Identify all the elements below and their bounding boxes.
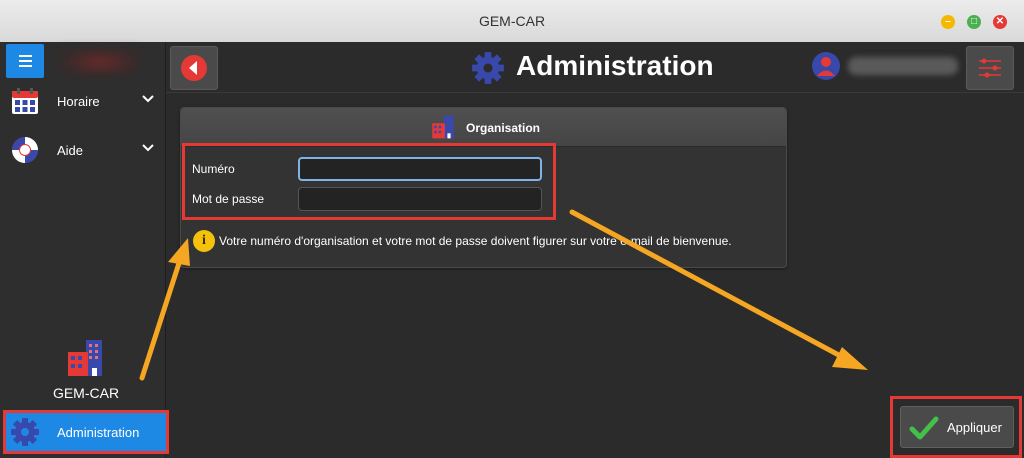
chevron-down-icon (142, 144, 154, 152)
back-button[interactable] (170, 46, 218, 90)
arrowhead (832, 347, 868, 370)
window-titlebar: GEM-CAR – □ ✕ (0, 0, 1024, 43)
brand-name: GEM-CAR (52, 385, 120, 401)
window-title: GEM-CAR (478, 13, 546, 29)
maximize-button[interactable]: □ (967, 15, 981, 29)
settings-button[interactable] (966, 46, 1014, 90)
building-icon (432, 115, 454, 139)
gear-icon (11, 418, 39, 446)
info-icon: i (193, 230, 215, 252)
menu-toggle-button[interactable] (6, 44, 44, 78)
sliders-icon (979, 58, 1001, 78)
lifebuoy-icon (12, 137, 38, 163)
chevron-down-icon (142, 95, 154, 103)
user-name-blurred (848, 57, 958, 75)
company-logo-blurred (60, 48, 140, 76)
checkmark-icon (909, 416, 939, 440)
minimize-icon: – (945, 16, 951, 27)
avatar[interactable] (811, 51, 841, 81)
close-button[interactable]: ✕ (993, 15, 1007, 29)
info-message: Votre numéro d'organisation et votre mot… (219, 234, 732, 248)
number-input[interactable] (298, 157, 542, 181)
back-arrow-icon (181, 55, 207, 81)
sidebar-item-label: Aide (57, 143, 84, 158)
close-icon: ✕ (995, 16, 1005, 27)
sidebar-item-horaire[interactable]: Horaire (0, 82, 165, 122)
apply-label: Appliquer (947, 420, 1002, 435)
calendar-icon (12, 88, 38, 114)
page-header: Administration (166, 42, 1024, 93)
building-icon (68, 340, 102, 376)
panel-header: Organisation (181, 108, 786, 147)
password-label: Mot de passe (192, 192, 265, 206)
password-input[interactable] (298, 187, 542, 211)
maximize-icon: □ (970, 16, 978, 27)
gear-icon (472, 52, 504, 84)
panel-title: Organisation (466, 121, 541, 135)
sidebar-item-label: Administration (57, 425, 140, 440)
sidebar-item-label: Horaire (57, 94, 100, 109)
sidebar: Horaire Aide GEM-CAR Administration (0, 42, 169, 458)
sidebar-item-aide[interactable]: Aide (0, 131, 165, 171)
minimize-button[interactable]: – (941, 15, 955, 29)
apply-button[interactable]: Appliquer (900, 406, 1014, 448)
page-title: Administration (516, 50, 714, 81)
number-label: Numéro (192, 162, 235, 176)
sidebar-item-administration[interactable]: Administration (3, 410, 169, 454)
